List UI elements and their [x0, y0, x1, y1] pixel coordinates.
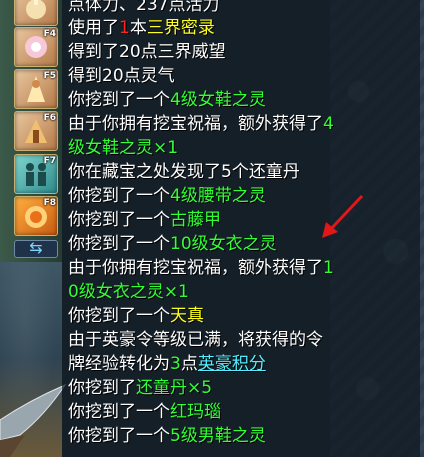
- skill-slot-f8[interactable]: F8: [14, 196, 58, 236]
- chat-line: 你挖到了一个红玛瑙: [68, 402, 221, 422]
- item-name: 还童丹×5: [136, 378, 213, 398]
- item-name: 天真: [170, 306, 204, 326]
- chat-line: 得到了20点三界威望: [68, 42, 226, 62]
- chat-line: 你挖到了一个10级女衣之灵: [68, 234, 277, 254]
- item-name: 10级女衣之灵: [170, 234, 277, 254]
- chat-line: 由于你拥有挖宝祝福，额外获得了1: [68, 258, 334, 278]
- chat-line: 你挖到了一个5级男鞋之灵: [68, 426, 266, 446]
- chat-line: 点体力、237点活力: [68, 0, 220, 15]
- skill-slot-f6[interactable]: F6: [14, 111, 58, 151]
- skill-slot-f4[interactable]: F4: [14, 27, 58, 67]
- chat-line: 得到20点灵气: [68, 66, 175, 86]
- skill-slot-f3[interactable]: [14, 0, 58, 26]
- hotkey-f6: F6: [43, 113, 56, 123]
- item-name: 4级女鞋之灵: [170, 90, 266, 110]
- skill-slot-f7[interactable]: F7: [14, 154, 58, 194]
- item-name: 5级男鞋之灵: [170, 426, 266, 446]
- chat-line: 使用了1本三界密录: [68, 18, 215, 38]
- f3-skill-icon: [26, 0, 46, 19]
- skill-slot-f5[interactable]: F5: [14, 69, 58, 109]
- hotkey-f7: F7: [43, 156, 56, 166]
- chat-line: 牌经验转化为3点英豪积分: [68, 354, 266, 374]
- chat-line: 你在藏宝之处发现了5个还童丹: [68, 162, 300, 182]
- chat-line: 你挖到了一个古藤甲: [68, 210, 221, 230]
- item-name: 级女鞋之灵×1: [68, 138, 179, 158]
- item-name: 0级女衣之灵×1: [68, 282, 189, 302]
- chat-line: 由于英豪令等级已满，将获得的令: [68, 330, 323, 350]
- item-name: 红玛瑙: [170, 402, 221, 422]
- red-arrow-annotation: [322, 194, 364, 238]
- item-link[interactable]: 英豪积分: [198, 354, 266, 374]
- swap-arrow-icon: ⇆: [29, 238, 43, 257]
- item-name: 4级腰带之灵: [170, 186, 266, 206]
- chat-line: 你挖到了一个天真: [68, 306, 204, 326]
- chat-line: 由于你拥有挖宝祝福，额外获得了4: [68, 114, 334, 134]
- chat-line: 级女鞋之灵×1: [68, 137, 178, 159]
- hotkey-f4: F4: [43, 29, 56, 39]
- skill-bar: F4 F5 F6 F7 F8 ⇆: [0, 0, 67, 457]
- chat-line: 0级女衣之灵×1: [68, 281, 189, 303]
- hotkey-f8: F8: [43, 198, 56, 208]
- item-name: 古藤甲: [170, 210, 221, 230]
- hotkey-f5: F5: [43, 71, 56, 81]
- chat-line: 你挖到了一个4级女鞋之灵: [68, 90, 266, 110]
- swap-skillbar-button[interactable]: ⇆: [14, 240, 58, 258]
- chat-line: 你挖到了一个4级腰带之灵: [68, 186, 266, 206]
- weapon-blade-icon: [0, 383, 67, 457]
- chat-line: 你挖到了还童丹×5: [68, 378, 213, 398]
- item-name: 三界密录: [146, 18, 215, 38]
